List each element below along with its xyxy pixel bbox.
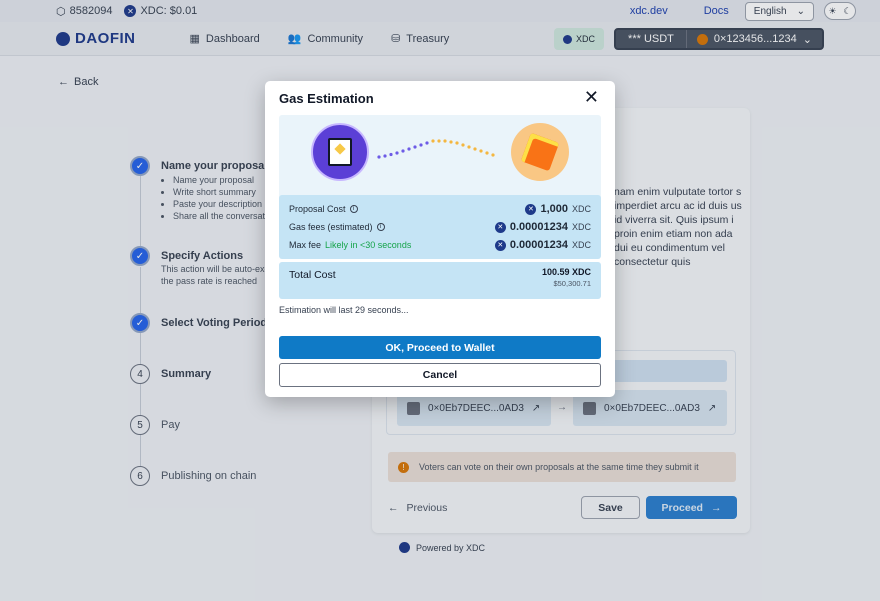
proceed-to-wallet-button[interactable]: OK, Proceed to Wallet [279,336,601,359]
total-usd: $50,300.71 [553,279,591,288]
max-fee-hint: Likely in <30 seconds [325,240,412,250]
gas-fees-row: Gas fees (estimated) i ✕ 0.00001234 XDC [289,221,591,233]
unit-label: XDC [571,222,591,232]
unit-label: XDC [571,240,591,250]
estimation-note: Estimation will last 29 seconds... [279,305,409,315]
gas-fees-value: 0.00001234 [509,221,568,233]
proposal-cost-label: Proposal Cost [289,204,346,214]
gas-fees-label: Gas fees (estimated) [289,222,373,232]
total-label: Total Cost [289,269,336,281]
proposal-cost-row: Proposal Cost i ✕ 1,000 XDC [289,203,591,215]
xdc-coin-icon: ✕ [494,221,506,233]
transfer-dots [377,139,495,159]
document-icon [311,123,369,181]
gas-estimation-modal: Gas Estimation ✕ Proposal Cost i ✕ 1,000 [265,81,615,397]
max-fee-label: Max fee [289,240,322,250]
blockchain-icon [511,123,569,181]
total-cost: Total Cost 100.59 XDC $50,300.71 [279,262,601,299]
total-value: 100.59 XDC [541,267,591,277]
max-fee-row: Max fee Likely in <30 seconds ✕ 0.000012… [289,239,591,251]
modal-title: Gas Estimation [279,91,374,106]
cancel-button[interactable]: Cancel [279,363,601,387]
max-fee-value: 0.00001234 [509,239,568,251]
info-icon[interactable]: i [376,223,385,231]
xdc-coin-icon: ✕ [494,239,506,251]
close-icon[interactable]: ✕ [584,87,599,108]
cost-breakdown: Proposal Cost i ✕ 1,000 XDC Gas fees (es… [279,195,601,259]
info-icon[interactable]: i [349,205,358,213]
xdc-coin-icon: ✕ [525,203,537,215]
proposal-cost-value: 1,000 [540,203,568,215]
unit-label: XDC [571,204,591,214]
